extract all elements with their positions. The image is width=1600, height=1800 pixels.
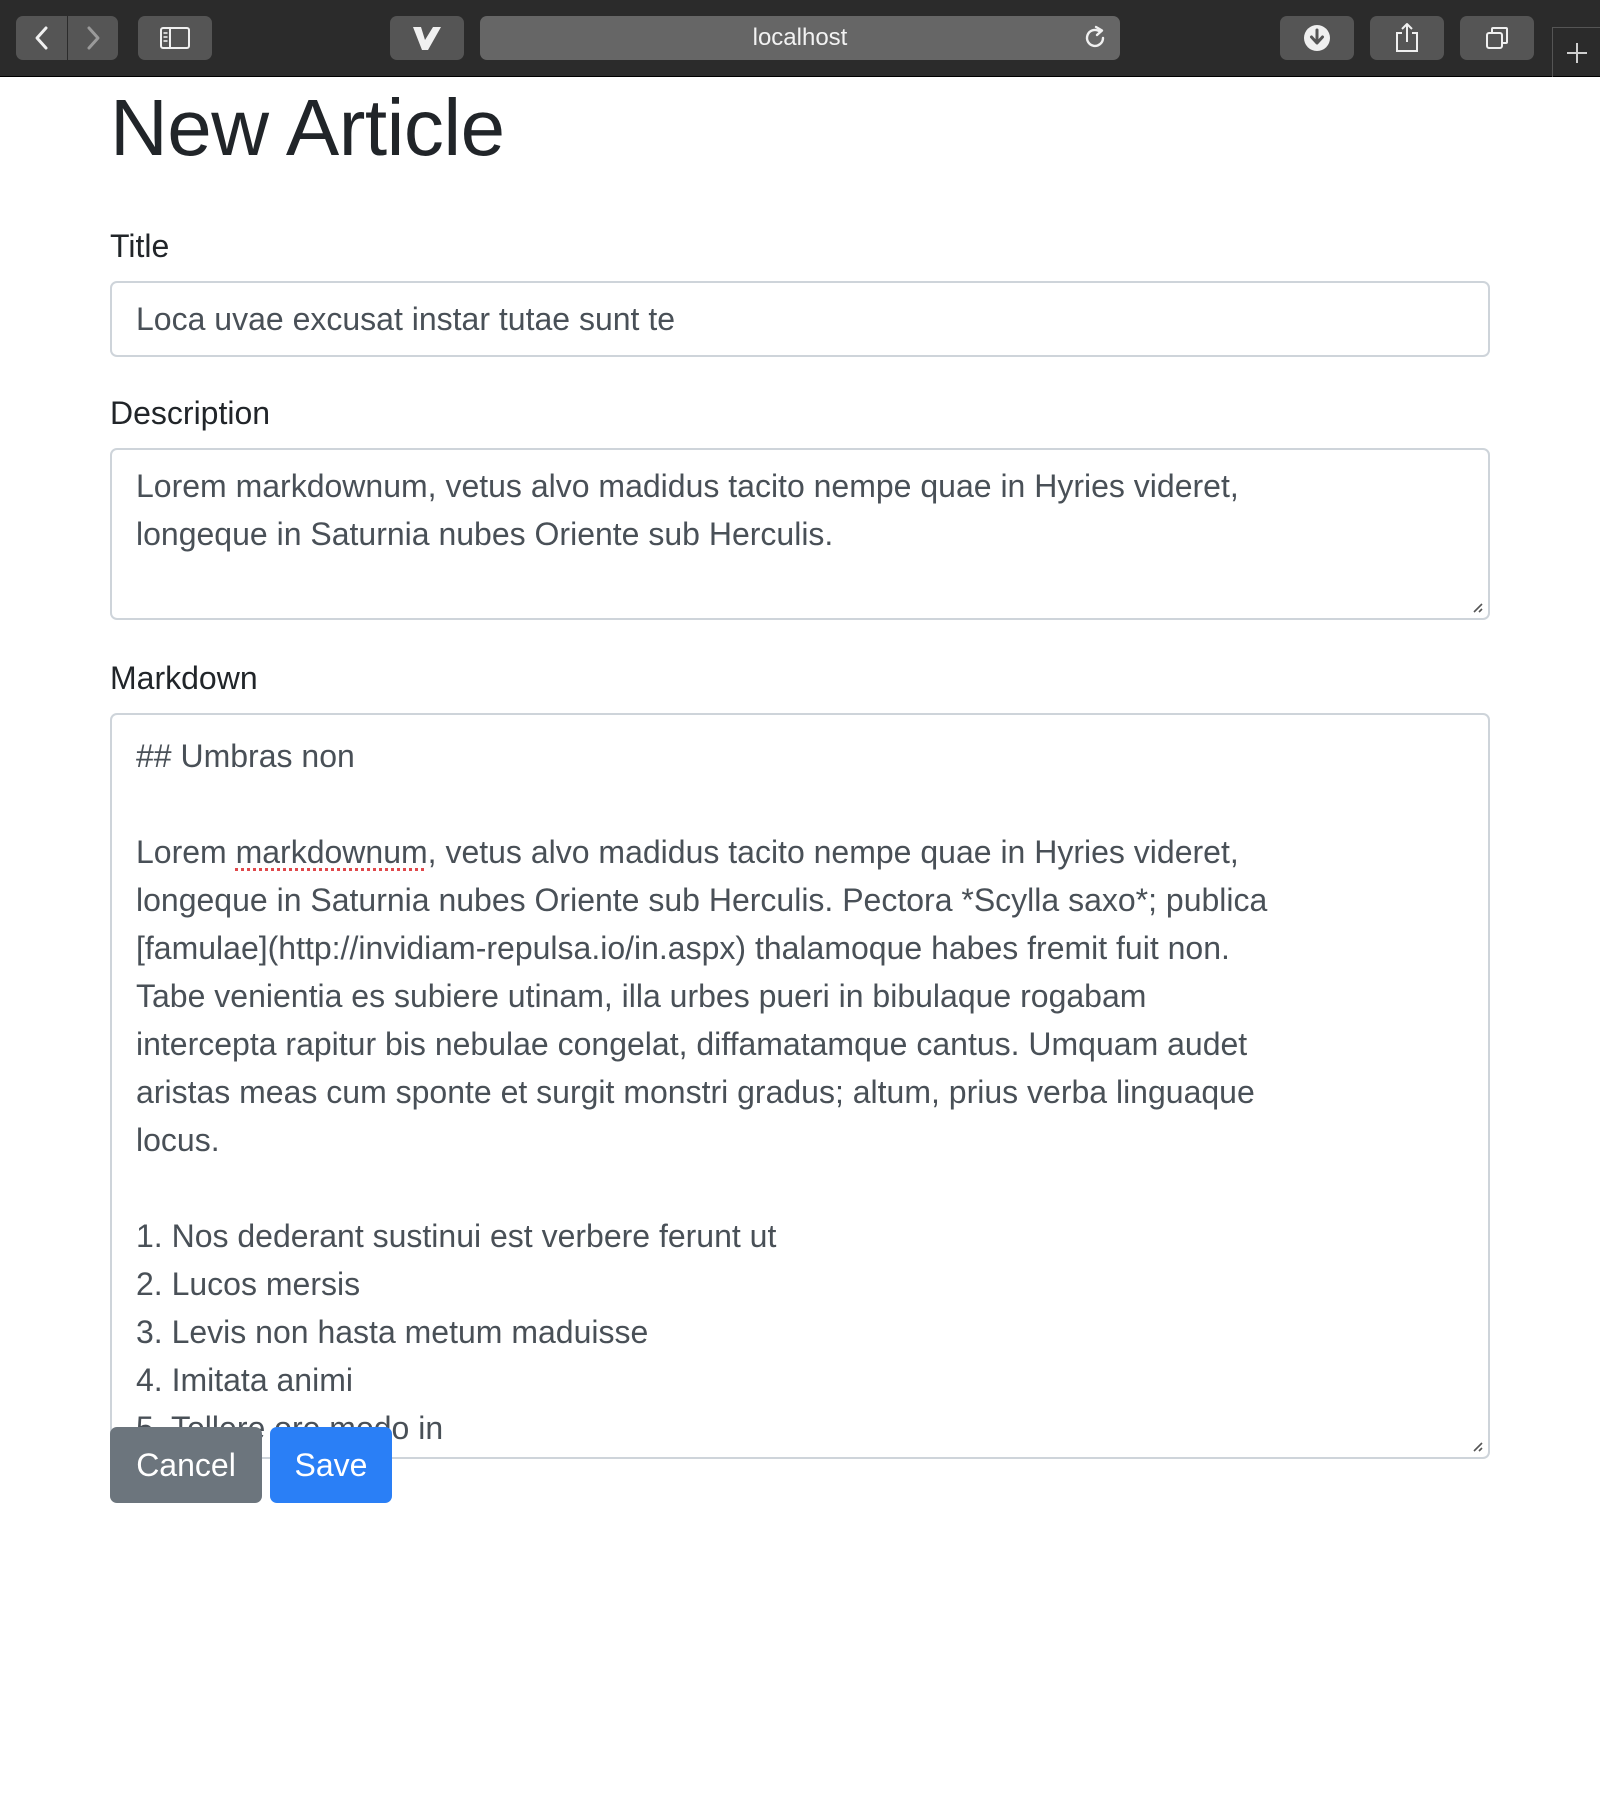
reload-icon[interactable] — [1082, 25, 1108, 51]
url-text: localhost — [752, 24, 848, 51]
markdown-heading-line: ## Umbras non — [136, 738, 355, 774]
markdown-text-start: Lorem — [136, 834, 236, 870]
download-icon — [1304, 25, 1330, 51]
chevron-right-icon — [87, 26, 100, 50]
tabs-overview-icon — [1486, 27, 1508, 49]
description-value: Lorem markdownum, vetus alvo madidus tac… — [136, 468, 1239, 552]
share-icon — [1396, 23, 1418, 52]
forward-button[interactable] — [67, 16, 118, 60]
sidebar-icon — [160, 27, 190, 49]
sidebar-button[interactable] — [138, 16, 212, 60]
title-input[interactable]: Loca uvae excusat instar tutae sunt te — [110, 281, 1490, 357]
description-textarea[interactable]: Lorem markdownum, vetus alvo madidus tac… — [110, 448, 1490, 620]
plus-icon — [1566, 42, 1587, 63]
browser-toolbar: localhost — [0, 0, 1600, 77]
new-tab-button[interactable] — [1552, 27, 1600, 77]
save-button-label: Save — [294, 1446, 368, 1483]
list-item: 4. Imitata animi — [136, 1362, 353, 1398]
article-form-page: New Article Title Loca uvae excusat inst… — [110, 77, 1490, 1459]
title-value: Loca uvae excusat instar tutae sunt te — [136, 301, 675, 337]
v-logo-icon — [413, 27, 441, 50]
list-item: 2. Lucos mersis — [136, 1266, 361, 1302]
description-label: Description — [110, 395, 271, 431]
list-item: 1. Nos dederant sustinui est verbere fer… — [136, 1218, 777, 1254]
share-button[interactable] — [1370, 16, 1444, 60]
markdown-label: Markdown — [110, 660, 258, 696]
back-button[interactable] — [16, 16, 67, 60]
cancel-button[interactable]: Cancel — [110, 1427, 262, 1503]
markdown-textarea[interactable]: ## Umbras non Lorem markdownum, vetus al… — [110, 713, 1490, 1459]
title-label: Title — [110, 228, 170, 264]
list-item: 3. Levis non hasta metum maduisse — [136, 1314, 649, 1350]
address-bar[interactable]: localhost — [480, 16, 1120, 60]
tabs-overview-button[interactable] — [1460, 16, 1534, 60]
extension-button[interactable] — [390, 16, 464, 60]
cancel-button-label: Cancel — [136, 1446, 236, 1483]
save-button[interactable]: Save — [270, 1427, 392, 1503]
chevron-left-icon — [35, 26, 47, 50]
nav-buttons — [16, 16, 118, 60]
page-title: New Article — [110, 83, 505, 172]
misspelled-word: markdownum — [235, 834, 428, 870]
resize-grip-icon[interactable] — [1468, 598, 1484, 614]
markdown-paragraph: , vetus alvo madidus tacito nempe quae i… — [136, 834, 1268, 1158]
download-button[interactable] — [1280, 16, 1354, 60]
resize-grip-icon[interactable] — [1468, 1437, 1484, 1453]
